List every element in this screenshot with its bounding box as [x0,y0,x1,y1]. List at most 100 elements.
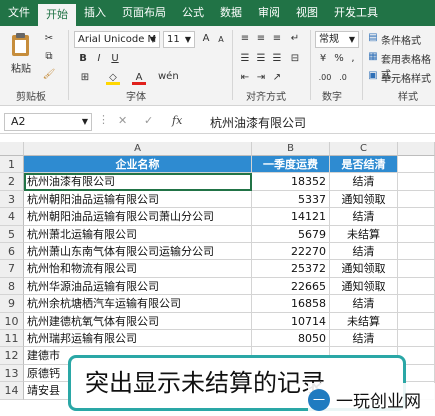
tab-data[interactable]: 数据 [212,0,250,26]
table-cell[interactable] [398,173,435,191]
orientation-icon[interactable]: ↗ [270,71,284,85]
name-box[interactable]: A2 ▼ [4,113,92,131]
table-cell[interactable]: 16858 [252,295,330,313]
table-cell[interactable]: 10714 [252,312,330,330]
percent-button[interactable]: % [332,52,346,66]
table-cell[interactable] [398,156,435,174]
table-cell[interactable] [398,330,435,348]
table-cell[interactable]: 结清 [330,243,398,261]
column-header-b[interactable]: B [252,142,330,156]
row-header[interactable]: 14 [0,382,24,400]
table-cell[interactable]: 未结算 [330,225,398,243]
table-cell[interactable]: 杭州瑞邦运输有限公司 [24,330,252,348]
wrap-text-icon[interactable]: ↵ [288,32,302,46]
table-cell[interactable]: 8050 [252,330,330,348]
insert-function-icon[interactable]: fx [172,114,182,127]
table-cell[interactable] [398,243,435,261]
row-header[interactable]: 6 [0,243,24,261]
row-header[interactable]: 7 [0,260,24,278]
copy-icon[interactable]: ⧉ [42,50,56,64]
table-cell[interactable]: 25372 [252,260,330,278]
tab-formulas[interactable]: 公式 [174,0,212,26]
row-header[interactable]: 13 [0,364,24,383]
row-header[interactable]: 10 [0,312,24,330]
underline-button[interactable]: U [108,52,122,66]
currency-icon[interactable]: ¥ [316,52,330,66]
phonetic-label[interactable]: wén [158,71,179,82]
table-cell[interactable] [398,190,435,209]
select-all-corner[interactable] [0,142,24,156]
cut-icon[interactable]: ✂ [42,32,56,46]
fill-color-icon[interactable]: ◇ [106,71,120,85]
row-header[interactable]: 1 [0,156,24,174]
align-bottom-icon[interactable]: ≡ [270,32,284,46]
table-cell[interactable] [398,260,435,278]
table-cell[interactable]: 5679 [252,225,330,243]
header-cell[interactable]: 企业名称 [24,156,252,174]
increase-decimal-icon[interactable]: .00 [318,71,332,85]
format-painter-icon[interactable]: 🖌 [42,68,56,82]
column-header-empty[interactable] [398,142,435,156]
table-cell[interactable]: 结清 [330,173,398,191]
table-format-button[interactable]: ▦ 套用表格格式 [366,50,435,81]
table-cell[interactable]: 22270 [252,243,330,261]
table-cell[interactable]: 结清 [330,208,398,226]
column-header-a[interactable]: A [24,142,252,156]
table-cell[interactable] [398,312,435,330]
table-cell[interactable]: 杭州朝阳油品运输有限公司萧山分公司 [24,208,252,226]
table-cell[interactable]: 14121 [252,208,330,226]
table-cell[interactable]: 杭州朝阳油品运输有限公司 [24,190,252,209]
table-cell[interactable]: 杭州建德杭氧气体有限公司 [24,312,252,330]
row-header[interactable]: 4 [0,208,24,226]
table-cell[interactable]: 结清 [330,330,398,348]
italic-button[interactable]: I [92,52,106,66]
tab-review[interactable]: 审阅 [250,0,288,26]
table-cell[interactable] [398,225,435,243]
borders-icon[interactable]: ⊞ [78,71,92,85]
table-cell[interactable]: 杭州华源油品运输有限公司 [24,277,252,296]
merge-center-icon[interactable]: ⊟ [288,52,302,66]
grow-font-icon[interactable]: A [199,32,213,46]
table-cell[interactable]: 18352 [252,173,330,191]
align-top-icon[interactable]: ≡ [238,32,252,46]
row-header[interactable]: 5 [0,225,24,243]
table-cell[interactable] [398,208,435,226]
tab-developer[interactable]: 开发工具 [326,0,386,26]
table-cell[interactable]: 22665 [252,277,330,296]
align-left-icon[interactable]: ☰ [238,52,252,66]
row-header[interactable]: 8 [0,277,24,296]
decrease-decimal-icon[interactable]: .0 [336,71,350,85]
table-cell[interactable] [398,295,435,313]
tab-view[interactable]: 视图 [288,0,326,26]
row-header[interactable]: 9 [0,295,24,313]
table-cell[interactable]: 杭州余杭塘栖汽车运输有限公司 [24,295,252,313]
row-header[interactable]: 11 [0,330,24,348]
comma-button[interactable]: , [346,52,360,66]
cancel-icon[interactable]: ✕ [118,114,127,127]
increase-indent-icon[interactable]: ⇥ [254,71,268,85]
header-cell[interactable]: 是否结清 [330,156,398,174]
header-cell[interactable]: 一季度运费 [252,156,330,174]
row-header[interactable]: 2 [0,173,24,191]
align-center-icon[interactable]: ☰ [254,52,268,66]
table-cell[interactable]: 通知领取 [330,260,398,278]
table-cell[interactable]: 未结算 [330,312,398,330]
table-cell[interactable]: 杭州萧山东南气体有限公司运输分公司 [24,243,252,261]
table-cell[interactable]: 杭州怡和物流有限公司 [24,260,252,278]
align-right-icon[interactable]: ☰ [270,52,284,66]
font-color-icon[interactable]: A [132,71,146,85]
tab-insert[interactable]: 插入 [76,0,114,26]
decrease-indent-icon[interactable]: ⇤ [238,71,252,85]
row-header[interactable]: 3 [0,190,24,209]
table-cell[interactable]: 通知领取 [330,277,398,296]
table-cell[interactable]: 通知领取 [330,190,398,209]
enter-icon[interactable]: ✓ [144,114,153,127]
table-cell[interactable]: 5337 [252,190,330,209]
font-name-select[interactable]: Arial Unicode M ▼ [74,31,160,48]
formula-input[interactable]: 杭州油漆有限公司 [210,114,306,131]
paste-button[interactable]: 粘贴 [8,30,34,80]
number-format-select[interactable]: 常规 ▼ [315,31,359,48]
tab-home[interactable]: 开始 [38,4,76,26]
tab-page-layout[interactable]: 页面布局 [114,0,174,26]
table-cell[interactable]: 杭州油漆有限公司 [24,173,252,191]
